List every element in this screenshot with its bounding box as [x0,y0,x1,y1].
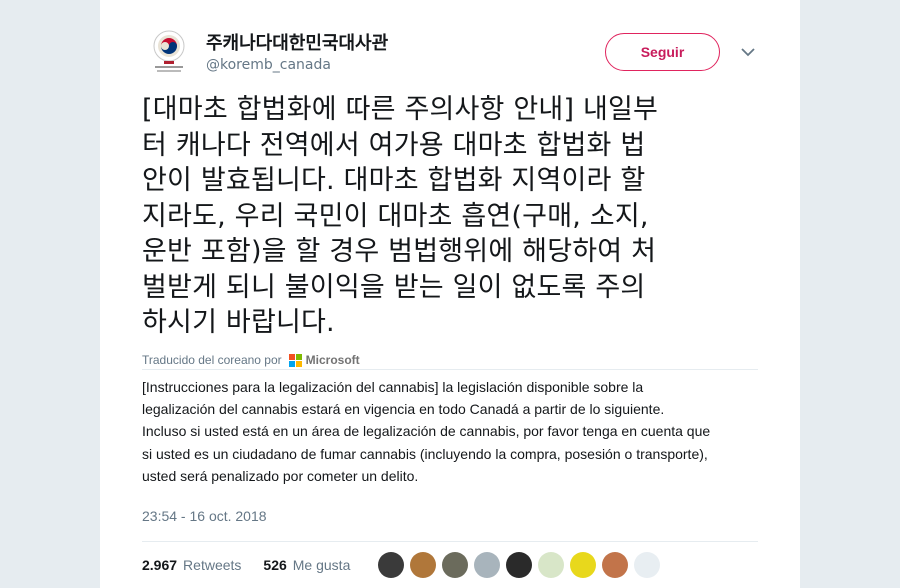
translation-line: legalización del cannabis estará en vige… [142,401,665,418]
retweets-label[interactable]: Retweets [183,557,241,573]
tweet-card: 주캐나다대한민국대사관 @koremb_canada Seguir [대마초 합… [100,0,800,588]
liker-avatar[interactable] [634,552,660,578]
korean-embassy-seal-icon [153,30,185,72]
tweet-text: [대마초 합법화에 따른 주의사항 안내] 내일부 터 캐나다 전역에서 여가용… [142,92,762,341]
translated-text: [Instrucciones para la legalización del … [142,376,762,487]
more-options-button[interactable] [736,40,760,64]
liker-avatar[interactable] [570,552,596,578]
tweet-line: 지라도, 우리 국민이 대마초 흡연(구매, 소지, [142,200,649,232]
microsoft-logo-icon [288,353,302,367]
likes-label[interactable]: Me gusta [293,557,351,573]
likes-count[interactable]: 526 [263,557,286,573]
translation-attribution: Traducido del coreano por Microsoft [142,353,360,367]
tweet-stats: 2.967 Retweets 526 Me gusta [142,557,350,573]
liker-avatar[interactable] [506,552,532,578]
tweet-timestamp[interactable]: 23:54 - 16 oct. 2018 [142,508,267,524]
translation-label: Traducido del coreano por [142,353,282,367]
chevron-down-icon [741,47,755,56]
tweet-line: 벌받게 되니 불이익을 받는 일이 없도록 주의 [142,271,646,303]
translation-line: usted será penalizado por cometer un del… [142,467,419,484]
liker-avatar[interactable] [474,552,500,578]
author-display-name[interactable]: 주캐나다대한민국대사관 [206,29,388,55]
tweet-line: 터 캐나다 전역에서 여가용 대마초 합법화 법 [142,129,646,161]
author-avatar[interactable] [146,28,192,74]
liker-avatar[interactable] [442,552,468,578]
tweet-line: [대마초 합법화에 따른 주의사항 안내] 내일부 [142,94,659,125]
divider [142,541,758,542]
translation-provider[interactable]: Microsoft [306,353,360,367]
tweet-line: 운반 포함)을 할 경우 범법행위에 해당하여 처 [142,236,657,267]
author-handle[interactable]: @koremb_canada [206,57,331,73]
liker-avatar[interactable] [378,552,404,578]
translation-line: Incluso si usted está en un área de lega… [142,423,711,440]
divider [142,369,758,370]
tweet-line: 안이 발효됩니다. 대마초 합법화 지역이라 할 [142,165,646,196]
translation-line: [Instrucciones para la legalización del … [142,379,644,395]
liker-avatar[interactable] [602,552,628,578]
translation-line: si usted es un ciudadano de fumar cannab… [142,445,708,462]
retweets-count[interactable]: 2.967 [142,557,177,573]
likers-avatars [378,552,660,578]
follow-button[interactable]: Seguir [605,33,720,71]
liker-avatar[interactable] [410,552,436,578]
liker-avatar[interactable] [538,552,564,578]
tweet-line: 하시기 바랍니다. [142,307,335,338]
